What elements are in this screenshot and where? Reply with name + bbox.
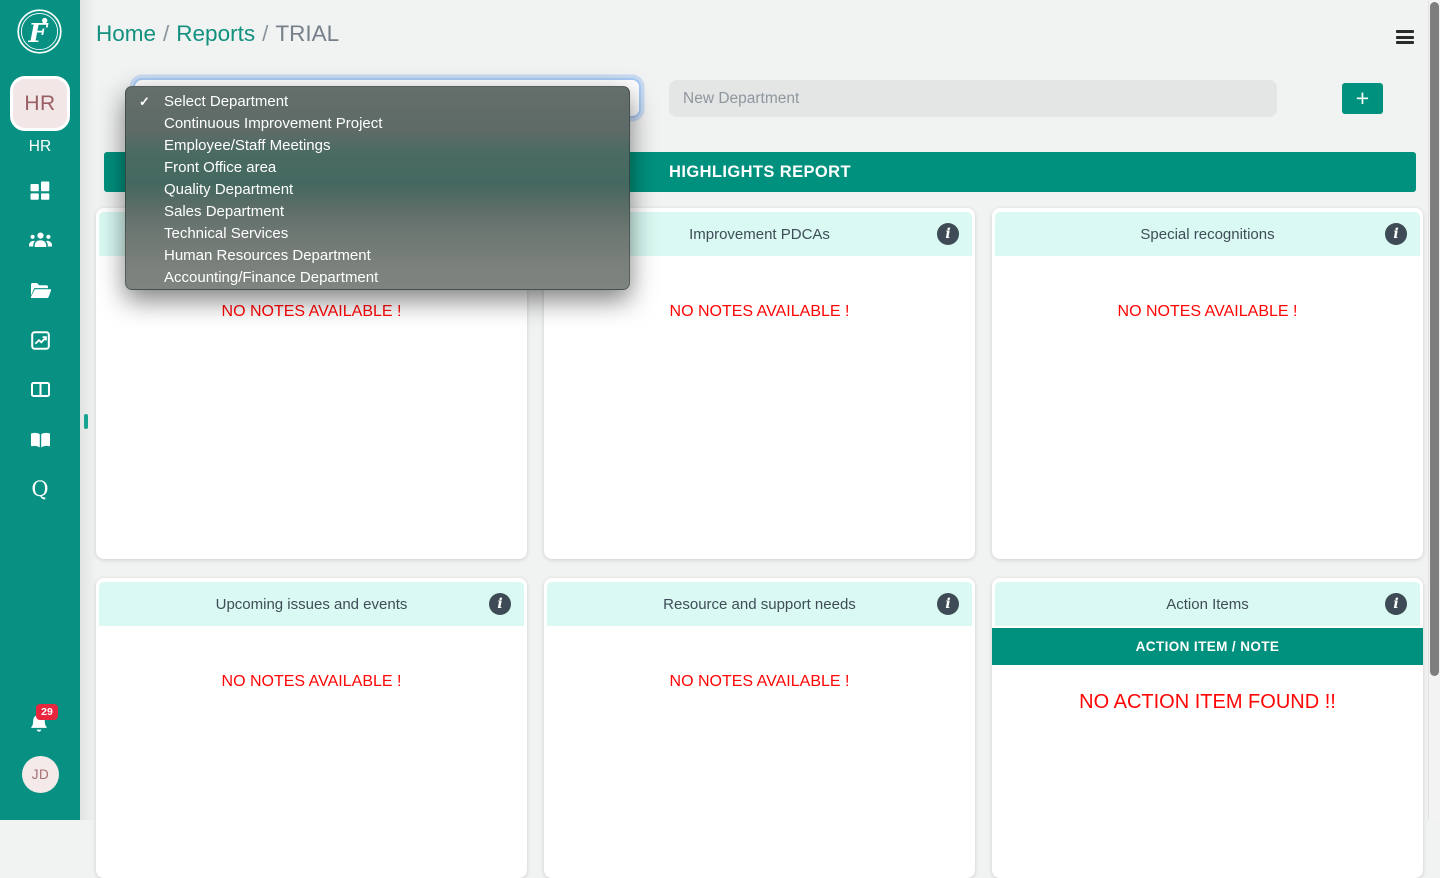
dropdown-option-human-resources[interactable]: Human Resources Department: [126, 245, 629, 267]
dropdown-option-continuous-improvement[interactable]: Continuous Improvement Project: [126, 113, 629, 135]
info-icon[interactable]: [937, 593, 959, 615]
card-title: Upcoming issues and events: [215, 595, 408, 613]
sidebar-item-library[interactable]: [0, 432, 80, 448]
q-icon: [31, 479, 48, 500]
sidebar-item-boards[interactable]: [0, 382, 80, 397]
card-resource-needs: Resource and support needs NO NOTES AVAI…: [544, 578, 975, 878]
brand-logo[interactable]: F: [16, 8, 63, 55]
empty-notes-message: NO NOTES AVAILABLE !: [1117, 303, 1298, 320]
dropdown-option-employee-staff-meetings[interactable]: Employee/Staff Meetings: [126, 135, 629, 157]
breadcrumb: Home / Reports / TRIAL: [96, 21, 339, 47]
card-title: Special recognitions: [1140, 225, 1275, 243]
svg-text:F: F: [28, 19, 49, 49]
dropdown-option-technical-services[interactable]: Technical Services: [126, 223, 629, 245]
sidebar-item-reports[interactable]: [0, 331, 80, 350]
dropdown-option-quality-department[interactable]: Quality Department: [126, 179, 629, 201]
info-icon[interactable]: [937, 223, 959, 245]
card-body: NO ACTION ITEM FOUND !!: [995, 665, 1420, 714]
add-department-button[interactable]: +: [1342, 83, 1383, 114]
columns-icon: [30, 382, 50, 397]
card-title: Action Items: [1166, 595, 1249, 613]
notification-badge: 29: [36, 704, 58, 720]
card-title: Improvement PDCAs: [689, 225, 830, 243]
user-avatar[interactable]: JD: [22, 756, 59, 793]
book-open-icon: [30, 432, 50, 448]
dropdown-option-sales-department[interactable]: Sales Department: [126, 201, 629, 223]
plus-icon: +: [1355, 85, 1370, 111]
notifications-button[interactable]: 29: [31, 704, 61, 736]
breadcrumb-current-page: TRIAL: [275, 21, 340, 46]
sidebar: F HR HR Q 29 JD: [0, 0, 80, 820]
workspace-tile-text: HR: [24, 91, 56, 115]
card-header: Resource and support needs: [547, 582, 972, 626]
card-title: Resource and support needs: [663, 595, 856, 613]
card-header: Action Items: [995, 582, 1420, 626]
sidebar-item-dashboard[interactable]: [0, 181, 80, 200]
folder-open-icon: [30, 283, 51, 298]
department-dropdown-menu: ✓ Select Department Continuous Improveme…: [125, 86, 630, 290]
action-item-column-header: ACTION ITEM / NOTE: [992, 628, 1423, 665]
dropdown-option-accounting-finance[interactable]: Accounting/Finance Department: [126, 267, 629, 289]
breadcrumb-home-link[interactable]: Home: [96, 21, 156, 46]
card-action-items: Action Items ACTION ITEM / NOTE NO ACTIO…: [992, 578, 1423, 878]
action-bar-label: ACTION ITEM / NOTE: [1135, 639, 1280, 654]
checkmark-icon: ✓: [139, 94, 150, 109]
breadcrumb-reports-link[interactable]: Reports: [176, 21, 255, 46]
empty-action-items-message: NO ACTION ITEM FOUND !!: [1079, 691, 1336, 713]
chart-line-icon: [30, 331, 50, 350]
card-header: Special recognitions: [995, 212, 1420, 256]
card-header: Upcoming issues and events: [99, 582, 524, 626]
card-special-recognitions: Special recognitions NO NOTES AVAILABLE …: [992, 208, 1423, 559]
breadcrumb-separator: /: [163, 21, 170, 46]
workspace-label: HR: [28, 138, 52, 155]
banner-title: HIGHLIGHTS REPORT: [669, 162, 851, 181]
card-body: NO NOTES AVAILABLE !: [547, 626, 972, 691]
breadcrumb-separator: /: [262, 21, 269, 46]
card-body: NO NOTES AVAILABLE !: [995, 256, 1420, 321]
empty-notes-message: NO NOTES AVAILABLE !: [221, 673, 402, 690]
dashboard-icon: [30, 181, 50, 200]
sidebar-shadow: [80, 0, 96, 820]
scroll-indicator-dash: [84, 414, 88, 429]
card-body: NO NOTES AVAILABLE !: [99, 626, 524, 691]
card-upcoming-issues: Upcoming issues and events NO NOTES AVAI…: [96, 578, 527, 878]
empty-notes-message: NO NOTES AVAILABLE !: [221, 303, 402, 320]
info-icon[interactable]: [1385, 593, 1407, 615]
sidebar-item-files[interactable]: [0, 282, 80, 298]
users-icon: [28, 232, 52, 247]
empty-notes-message: NO NOTES AVAILABLE !: [669, 303, 850, 320]
dropdown-option-select-department[interactable]: ✓ Select Department: [126, 91, 629, 113]
menu-toggle-button[interactable]: [1396, 30, 1415, 47]
hamburger-icon: [1396, 30, 1414, 33]
new-department-input[interactable]: [669, 80, 1277, 117]
dropdown-option-front-office-area[interactable]: Front Office area: [126, 157, 629, 179]
empty-notes-message: NO NOTES AVAILABLE !: [669, 673, 850, 690]
sidebar-item-quality[interactable]: [0, 479, 80, 500]
scrollbar-thumb[interactable]: [1430, 2, 1439, 676]
info-icon[interactable]: [489, 593, 511, 615]
info-icon[interactable]: [1385, 223, 1407, 245]
user-initials: JD: [31, 767, 50, 782]
workspace-tile[interactable]: HR: [10, 76, 70, 131]
sidebar-item-users[interactable]: [0, 231, 80, 248]
